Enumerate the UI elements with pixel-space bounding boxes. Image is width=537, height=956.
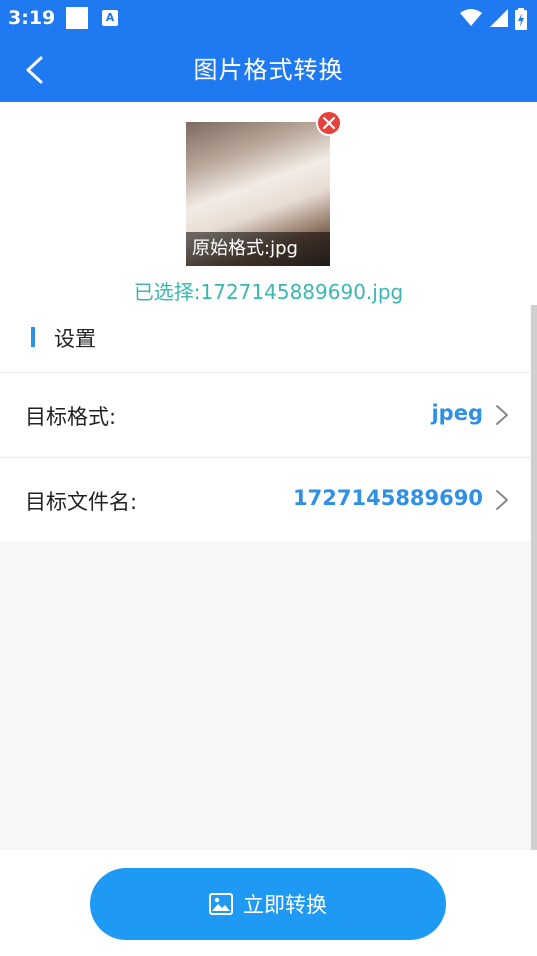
- convert-now-button[interactable]: 立即转换: [90, 868, 446, 940]
- scrollbar[interactable]: [531, 305, 537, 850]
- close-circle-icon: [322, 116, 336, 130]
- cell-signal-icon: [490, 9, 508, 27]
- status-icons: [459, 8, 527, 30]
- app-bar: 图片格式转换: [0, 38, 537, 102]
- wifi-icon: [460, 9, 482, 26]
- target-filename-value: 1727145889690: [293, 486, 483, 510]
- bottom-action-bar: 立即转换: [0, 850, 537, 956]
- a-notification-icon: A: [102, 10, 118, 26]
- square-notification-icon: [66, 7, 88, 29]
- target-format-row[interactable]: 目标格式: jpeg: [0, 372, 530, 456]
- status-bar: 3:19 A: [0, 0, 537, 38]
- target-format-value: jpeg: [431, 401, 483, 425]
- settings-panel: 设置 目标格式: jpeg 目标文件名: 1727145889690: [0, 305, 530, 850]
- selected-file-text: 已选择:1727145889690.jpg: [133, 280, 404, 304]
- status-time: 3:19: [8, 7, 56, 29]
- back-button[interactable]: [14, 50, 54, 90]
- target-format-label: 目标格式:: [25, 405, 117, 429]
- settings-title: 设置: [54, 327, 96, 351]
- chevron-right-icon: [496, 405, 508, 425]
- target-filename-row[interactable]: 目标文件名: 1727145889690: [0, 457, 530, 541]
- image-preview-area: 原始格式:jpg 已选择:1727145889690.jpg: [0, 102, 537, 305]
- image-thumbnail[interactable]: 原始格式:jpg: [186, 122, 330, 266]
- remove-image-button[interactable]: [316, 110, 342, 136]
- convert-now-label: 立即转换: [243, 893, 327, 917]
- back-arrow-icon: [26, 56, 43, 84]
- page-title: 图片格式转换: [193, 56, 344, 84]
- target-filename-label: 目标文件名:: [25, 490, 138, 514]
- image-icon: [209, 893, 233, 915]
- chevron-right-icon: [496, 490, 508, 510]
- battery-charging-icon: [515, 8, 527, 30]
- section-accent-bar: [31, 327, 35, 347]
- settings-section-header: 设置: [0, 305, 530, 372]
- original-format-caption: 原始格式:jpg: [186, 232, 330, 266]
